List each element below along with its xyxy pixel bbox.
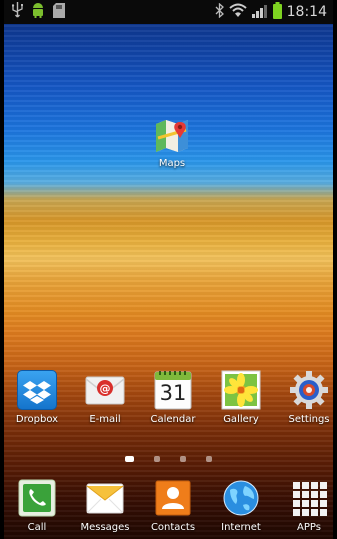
gallery-icon [221,370,261,410]
app-gallery[interactable]: Gallery [209,370,273,425]
home-screen: 18:14 Maps Dropbox @ E-mail 31 Calendar … [4,0,333,539]
calendar-day: 31 [159,381,187,405]
calendar-icon: 31 [153,370,193,410]
signal-icon [251,3,268,22]
contacts-icon [153,478,193,518]
settings-icon [289,370,329,410]
page-indicator [4,456,333,462]
globe-icon [221,478,261,518]
bluetooth-icon [215,2,224,22]
app-label: Calendar [150,414,196,425]
dock-label: Call [27,522,47,533]
app-label: Gallery [223,414,259,425]
dropbox-icon [17,370,57,410]
apps-grid-icon [289,478,329,518]
maps-shortcut[interactable]: Maps [140,118,204,169]
sd-card-icon [53,2,65,22]
messages-icon [85,478,125,518]
dock-label: Contacts [150,522,196,533]
page-dot-active[interactable] [125,456,134,462]
dock-label: APPs [297,522,321,533]
app-settings[interactable]: Settings [277,370,333,425]
dock-label: Messages [80,522,130,533]
clock: 18:14 [286,4,327,20]
maps-label: Maps [158,158,186,169]
app-calendar[interactable]: 31 Calendar [141,370,205,425]
status-bar: 18:14 [4,0,333,24]
dock-apps[interactable]: APPs [277,478,333,533]
maps-icon [154,118,190,154]
page-dot[interactable] [154,456,160,462]
wifi-icon [228,3,247,22]
battery-icon [272,1,282,23]
page-dot[interactable] [206,456,212,462]
app-label: Settings [288,414,330,425]
phone-icon [17,478,57,518]
dock-internet[interactable]: Internet [209,478,273,533]
android-debug-icon [31,2,45,22]
usb-icon [11,2,23,22]
app-label: Dropbox [15,414,59,425]
page-dot[interactable] [180,456,186,462]
app-label: E-mail [89,414,121,425]
app-email[interactable]: @ E-mail [73,370,137,425]
dock-label: Internet [221,522,261,533]
email-icon: @ [85,370,125,410]
dock-messages[interactable]: Messages [73,478,137,533]
app-dropbox[interactable]: Dropbox [5,370,69,425]
dock-contacts[interactable]: Contacts [141,478,205,533]
dock-call[interactable]: Call [5,478,69,533]
svg-text:@: @ [100,382,111,395]
